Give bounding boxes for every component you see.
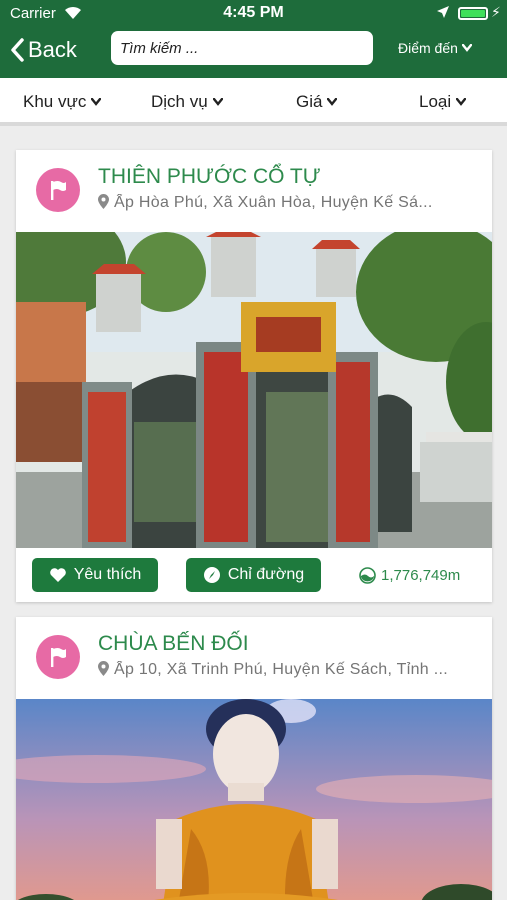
chevron-left-icon <box>11 38 24 62</box>
directions-button[interactable]: Chỉ đường <box>186 558 321 592</box>
flag-icon <box>36 168 80 212</box>
distance-value: 1,776,749m <box>381 567 461 584</box>
map-pin-icon <box>98 194 109 209</box>
place-address: Ấp Hòa Phú, Xã Xuân Hòa, Huyện Kế Sá... <box>98 194 478 212</box>
directions-label: Chỉ đường <box>227 566 305 583</box>
status-bar: Carrier 4:45 PM ⚡ <box>0 0 507 26</box>
battery-icon <box>458 7 488 20</box>
buddha-statue-photo[interactable] <box>16 699 492 900</box>
filter-price-label: Giá <box>296 92 323 111</box>
distance-icon <box>359 567 376 584</box>
search-input[interactable] <box>120 39 373 57</box>
search-box[interactable] <box>111 31 373 65</box>
status-time: 4:45 PM <box>223 4 284 21</box>
heart-icon <box>49 568 66 582</box>
place-address-text: Ấp Hòa Phú, Xã Xuân Hòa, Huyện Kế Sá... <box>114 194 433 211</box>
back-button[interactable]: Back <box>10 37 77 63</box>
app-header: Carrier 4:45 PM ⚡ Back Điểm đến <box>0 0 507 78</box>
place-address: Ấp 10, Xã Trinh Phú, Huyện Kế Sách, Tỉnh… <box>98 661 478 679</box>
filter-area-label: Khu vực <box>23 92 87 111</box>
place-title[interactable]: CHÙA BẾN ĐỐI <box>98 632 249 656</box>
temple-gate-photo[interactable] <box>16 232 492 548</box>
map-pin-icon <box>98 661 109 676</box>
charging-icon: ⚡ <box>491 4 501 20</box>
flag-icon <box>36 635 80 679</box>
place-title[interactable]: THIÊN PHƯỚC CỔ TỰ <box>98 165 321 189</box>
filter-service-label: Dịch vụ <box>151 92 208 111</box>
place-card[interactable]: CHÙA BẾN ĐỐI Ấp 10, Xã Trinh Phú, Huyện … <box>16 617 492 900</box>
nav-bar: Back Điểm đến <box>0 26 507 78</box>
compass-icon <box>203 567 220 583</box>
filter-type-label: Loại <box>419 92 452 111</box>
place-address-text: Ấp 10, Xã Trinh Phú, Huyện Kế Sách, Tỉnh… <box>114 661 448 678</box>
favorite-label: Yêu thích <box>73 566 142 583</box>
back-label: Back <box>28 37 77 62</box>
distance-info: 1,776,749m <box>359 567 460 584</box>
destination-dropdown[interactable]: Điểm đến <box>398 40 472 56</box>
destination-label: Điểm đến <box>398 40 458 56</box>
place-card[interactable]: THIÊN PHƯỚC CỔ TỰ Ấp Hòa Phú, Xã Xuân Hò… <box>16 150 492 602</box>
filter-price[interactable]: Giá <box>296 92 338 112</box>
favorite-button[interactable]: Yêu thích <box>32 558 158 592</box>
chevron-down-icon <box>327 98 338 106</box>
filter-service[interactable]: Dịch vụ <box>151 92 223 112</box>
chevron-down-icon <box>212 98 223 106</box>
location-arrow-icon <box>436 5 450 23</box>
filter-type[interactable]: Loại <box>419 92 467 112</box>
chevron-down-icon <box>456 98 467 106</box>
filter-area[interactable]: Khu vực <box>23 92 102 112</box>
chevron-down-icon <box>91 98 102 106</box>
filter-bar: Khu vực Dịch vụ Giá Loại <box>0 78 507 126</box>
chevron-down-icon <box>461 44 472 52</box>
